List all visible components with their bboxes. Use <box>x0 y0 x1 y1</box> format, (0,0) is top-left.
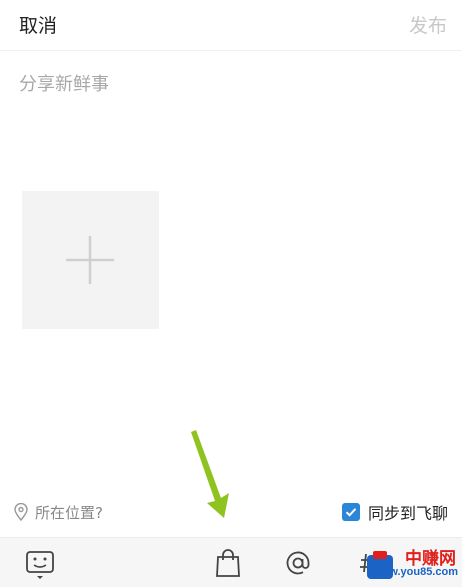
mention-button[interactable] <box>283 538 313 587</box>
sync-checkbox[interactable] <box>341 503 360 521</box>
location-pin-icon <box>14 503 28 521</box>
watermark-url: www.you85.com <box>372 566 458 578</box>
location-selector[interactable]: 所在位置? <box>13 496 103 528</box>
cancel-button[interactable]: 取消 <box>19 11 57 38</box>
keyboard-emoji-icon <box>26 550 54 579</box>
publish-button[interactable]: 发布 <box>409 11 447 38</box>
shopping-bag-icon <box>216 548 240 577</box>
shopping-bag-button[interactable] <box>213 538 243 587</box>
sync-label: 同步到飞聊 <box>367 504 448 523</box>
watermark: 中赚网 www.you85.com <box>362 544 462 586</box>
keyboard-emoji-button[interactable] <box>24 538 56 587</box>
at-icon <box>286 551 310 574</box>
top-bar: 取消 发布 <box>0 0 462 51</box>
plus-icon <box>66 236 114 284</box>
checkmark-icon <box>345 508 357 517</box>
compose-input[interactable]: 分享新鲜事 <box>19 70 439 100</box>
sync-toggle[interactable]: 同步到飞聊 <box>341 500 448 524</box>
location-label: 所在位置? <box>35 503 103 522</box>
add-media-button[interactable] <box>22 191 159 329</box>
